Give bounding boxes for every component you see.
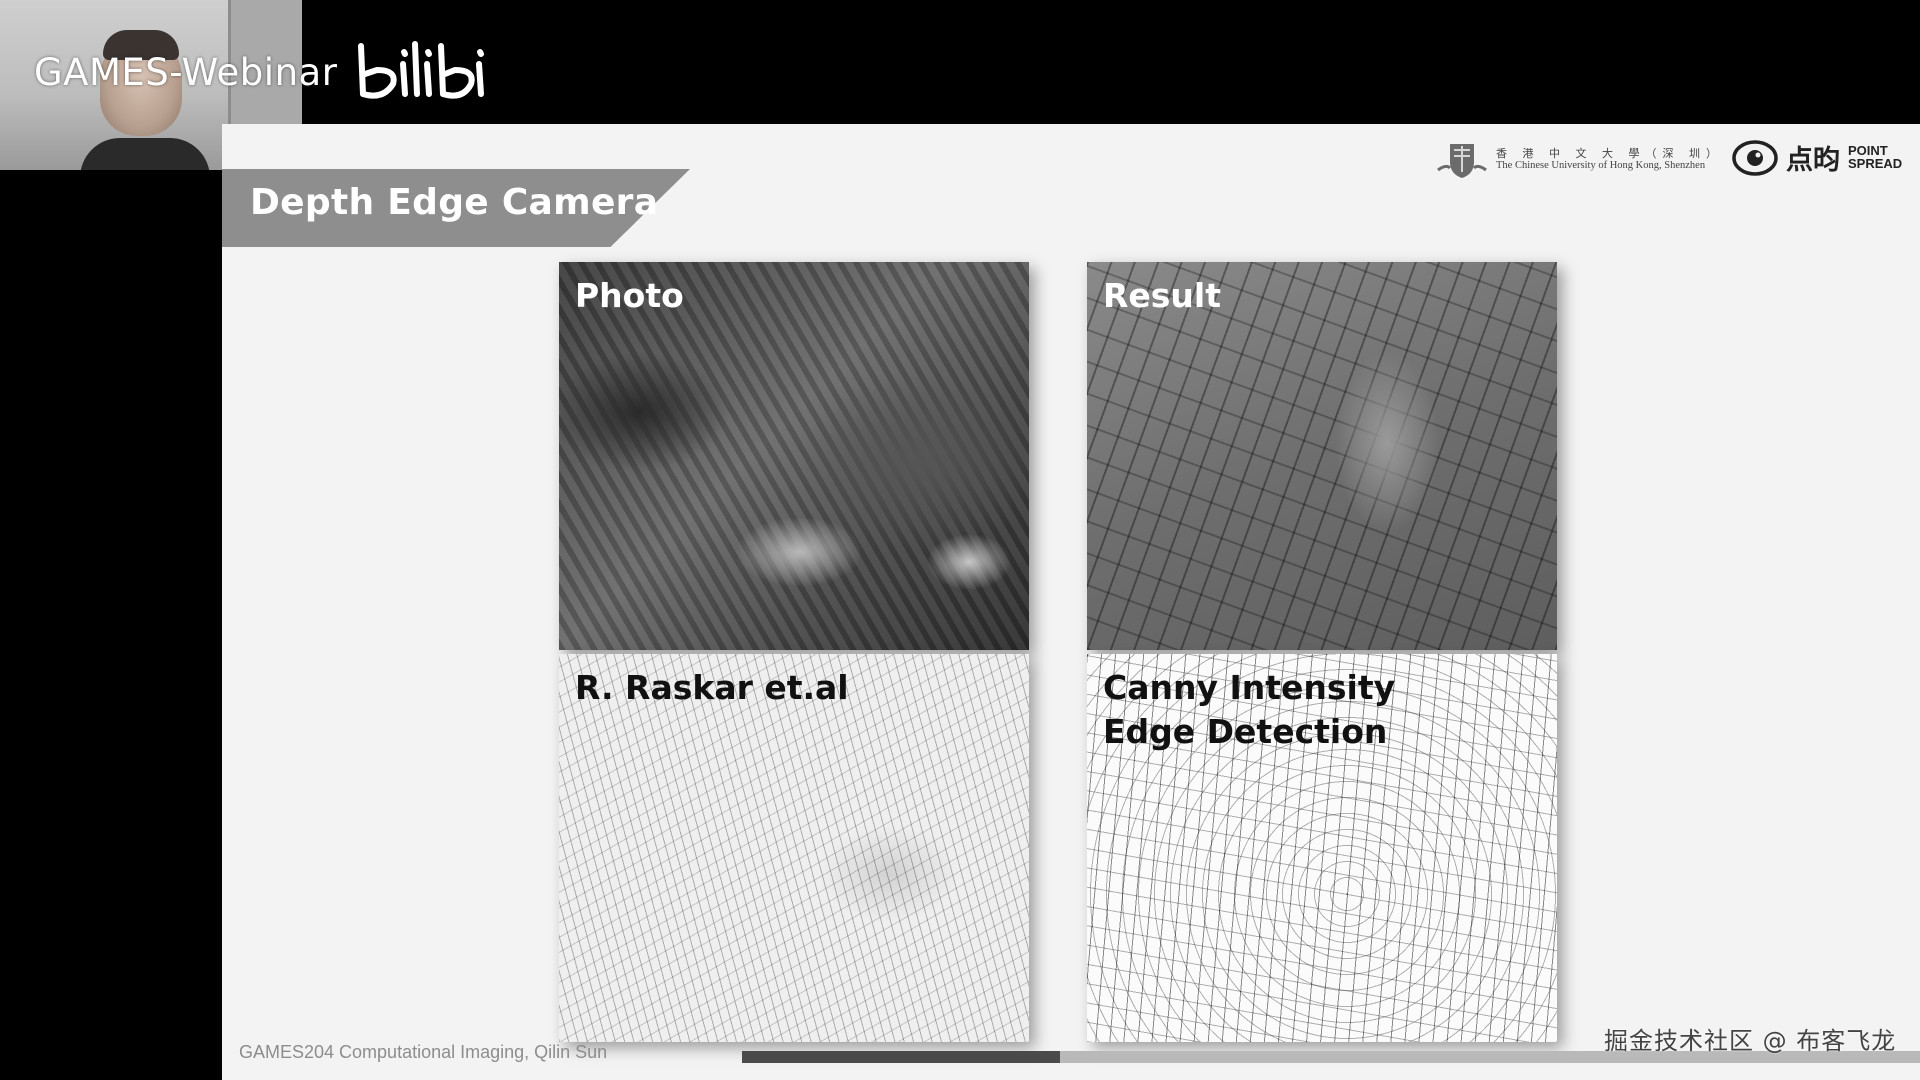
cuhk-wordmark: 香 港 中 文 大 學（深 圳） The Chinese University … [1496,148,1723,172]
canny-label: Canny Intensity Edge Detection [1103,666,1395,753]
raskar-edge-image [559,654,1029,1042]
cuhk-shenzhen-logo: 香 港 中 文 大 學（深 圳） The Chinese University … [1436,140,1723,180]
bilibili-logo-icon [358,41,485,99]
photo-panel: Photo [559,262,1029,650]
slide-title: Depth Edge Camera [250,182,659,223]
pointspread-logo: 点昀 POINT SPREAD [1732,138,1902,177]
cuhk-chinese-name: 香 港 中 文 大 學（深 圳） [1496,147,1723,161]
depth-edge-result-image [1087,262,1557,650]
photo-label: Photo [575,276,684,315]
pointspread-eye-icon [1732,139,1778,176]
raskar-panel: R. Raskar et.al [559,654,1029,1042]
result-panel: Result [1087,262,1557,650]
pointspread-chinese-name: 点昀 [1786,145,1840,176]
presenter-body [80,138,210,170]
games-webinar-label: GAMES-Webinar [34,50,338,94]
result-label: Result [1103,276,1222,315]
canny-label-line-2: Edge Detection [1103,711,1388,751]
raskar-label: R. Raskar et.al [575,668,849,707]
presentation-slide: Depth Edge Camera 香 港 中 文 大 學（深 圳） The C… [222,124,1920,1080]
engine-photo-image [559,262,1029,650]
cuhk-crest-icon [1437,144,1487,178]
pointspread-english-name: POINT SPREAD [1848,144,1903,171]
canny-label-line-1: Canny Intensity [1103,668,1396,707]
slide-footer: GAMES204 Computational Imaging, Qilin Su… [239,1042,608,1062]
stream-brand: GAMES-Webinar [34,41,493,99]
canny-panel: Canny Intensity Edge Detection [1087,654,1557,1042]
slide-progress-fill [742,1051,1061,1063]
pointspread-word-spread: SPREAD [1848,155,1903,171]
juejin-watermark: 掘金技术社区 @ 布客飞龙 [1604,1027,1897,1055]
screen: GAMES-Webinar Depth Edge Camera 香 港 中 文 … [0,0,1920,1080]
cuhk-english-name: The Chinese University of Hong Kong, She… [1496,160,1706,172]
